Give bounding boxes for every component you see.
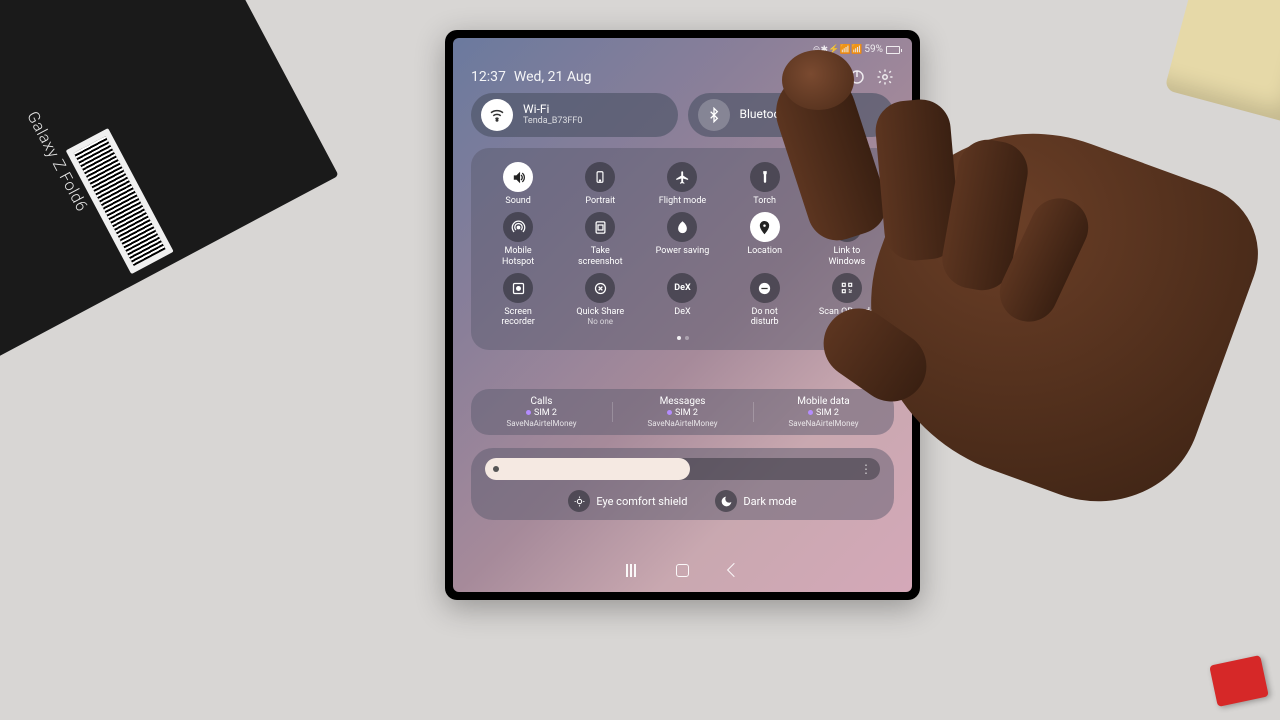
brightness-more-icon[interactable]: ⋮	[860, 462, 872, 476]
scan-qr-label: Scan QR code	[819, 307, 875, 317]
nav-bar	[453, 556, 912, 584]
dark-mode-icon	[715, 490, 737, 512]
tile-dex[interactable]: DeX DeX	[654, 273, 710, 328]
bluetooth-icon	[698, 99, 730, 131]
dark-mode-toggle[interactable]: Dark mode	[715, 490, 796, 512]
product-box	[0, 0, 339, 363]
phone-device: ⊝ ✱ ⚡ 📶 📶 59% 12:37 Wed, 21 Aug Wi-Fi T	[445, 30, 920, 600]
eye-comfort-icon	[568, 490, 590, 512]
battery-percent: 59%	[864, 44, 883, 55]
quick-share-label: Quick Share	[572, 307, 628, 317]
bluetooth-toggle[interactable]: Bluetooth	[688, 93, 895, 137]
wifi-title: Wi-Fi	[523, 103, 582, 116]
sim-calls[interactable]: Calls SIM 2 SaveNaAirtelMoney	[471, 396, 612, 428]
tile-quick-share[interactable]: Quick ShareNo one	[572, 273, 628, 328]
screen-rec-icon	[503, 273, 533, 303]
tile-dnd[interactable]: Do not disturb	[737, 273, 793, 328]
tile-flight[interactable]: Flight mode	[654, 162, 710, 206]
nav-back[interactable]	[729, 565, 739, 575]
link-windows-icon	[832, 212, 862, 242]
location-icon	[750, 212, 780, 242]
nav-home[interactable]	[676, 564, 689, 577]
screenshot-label: Take screenshot	[572, 246, 628, 267]
wifi-toggle[interactable]: Wi-Fi Tenda_B73FF0	[471, 93, 678, 137]
mobile-data-icon	[832, 162, 862, 192]
clock: 12:37	[471, 69, 506, 85]
torch-icon	[750, 162, 780, 192]
power-saving-label: Power saving	[654, 246, 710, 256]
brightness-panel: ⋮ Eye comfort shield Dark mode	[471, 448, 894, 520]
tile-scan-qr[interactable]: Scan QR code	[819, 273, 875, 328]
hotspot-label: Mobile Hotspot	[490, 246, 546, 267]
phone-screen: ⊝ ✱ ⚡ 📶 📶 59% 12:37 Wed, 21 Aug Wi-Fi T	[453, 38, 912, 592]
mobile-data-label: Mobile data	[819, 196, 875, 206]
tile-sound[interactable]: Sound	[490, 162, 546, 206]
tile-location[interactable]: Location	[737, 212, 793, 267]
tile-screen-rec[interactable]: Screen recorder	[490, 273, 546, 328]
wifi-icon	[481, 99, 513, 131]
eye-comfort-toggle[interactable]: Eye comfort shield	[568, 490, 687, 512]
dex-label: DeX	[654, 307, 710, 317]
status-icons: ⊝ ✱ ⚡ 📶 📶	[813, 45, 862, 55]
sim-panel[interactable]: Calls SIM 2 SaveNaAirtelMoney Messages S…	[471, 389, 894, 435]
dnd-label: Do not disturb	[737, 307, 793, 328]
power-icon[interactable]	[848, 68, 866, 86]
screen-rec-label: Screen recorder	[490, 307, 546, 328]
header-row: 12:37 Wed, 21 Aug	[471, 68, 894, 86]
desk-object	[1164, 0, 1280, 126]
date: Wed, 21 Aug	[514, 69, 592, 85]
tile-mobile-data[interactable]: Mobile data	[819, 162, 875, 206]
dnd-icon	[750, 273, 780, 303]
sun-icon	[493, 466, 499, 472]
sound-icon	[503, 162, 533, 192]
quick-share-icon	[585, 273, 615, 303]
location-label: Location	[737, 246, 793, 256]
wifi-ssid: Tenda_B73FF0	[523, 117, 582, 127]
tile-hotspot[interactable]: Mobile Hotspot	[490, 212, 546, 267]
settings-icon[interactable]	[876, 68, 894, 86]
scan-qr-icon	[832, 273, 862, 303]
hotspot-icon	[503, 212, 533, 242]
sound-label: Sound	[490, 196, 546, 206]
quick-settings-panel: Sound Portrait Flight mode Torch Mobile data…	[471, 148, 894, 350]
brightness-slider[interactable]: ⋮	[485, 458, 880, 480]
tile-link-windows[interactable]: Link to Windows	[819, 212, 875, 267]
bluetooth-title: Bluetooth	[740, 108, 791, 121]
eye-comfort-label: Eye comfort shield	[596, 495, 687, 508]
sim-mobiledata[interactable]: Mobile data SIM 2 SaveNaAirtelMoney	[753, 396, 894, 428]
link-windows-label: Link to Windows	[819, 246, 875, 267]
screenshot-icon	[585, 212, 615, 242]
tile-power-saving[interactable]: Power saving	[654, 212, 710, 267]
sim-messages[interactable]: Messages SIM 2 SaveNaAirtelMoney	[612, 396, 753, 428]
page-indicator	[477, 334, 888, 342]
torch-label: Torch	[737, 196, 793, 206]
power-saving-icon	[667, 212, 697, 242]
tile-screenshot[interactable]: Take screenshot	[572, 212, 628, 267]
tile-torch[interactable]: Torch	[737, 162, 793, 206]
status-bar: ⊝ ✱ ⚡ 📶 📶 59%	[813, 44, 900, 55]
flight-icon	[667, 162, 697, 192]
battery-icon	[886, 46, 900, 54]
portrait-icon	[585, 162, 615, 192]
watermark-badge	[1209, 655, 1269, 707]
flight-label: Flight mode	[654, 196, 710, 206]
nav-recents[interactable]	[626, 564, 636, 577]
tile-portrait[interactable]: Portrait	[572, 162, 628, 206]
dex-icon: DeX	[667, 273, 697, 303]
dark-mode-label: Dark mode	[743, 495, 796, 508]
portrait-label: Portrait	[572, 196, 628, 206]
